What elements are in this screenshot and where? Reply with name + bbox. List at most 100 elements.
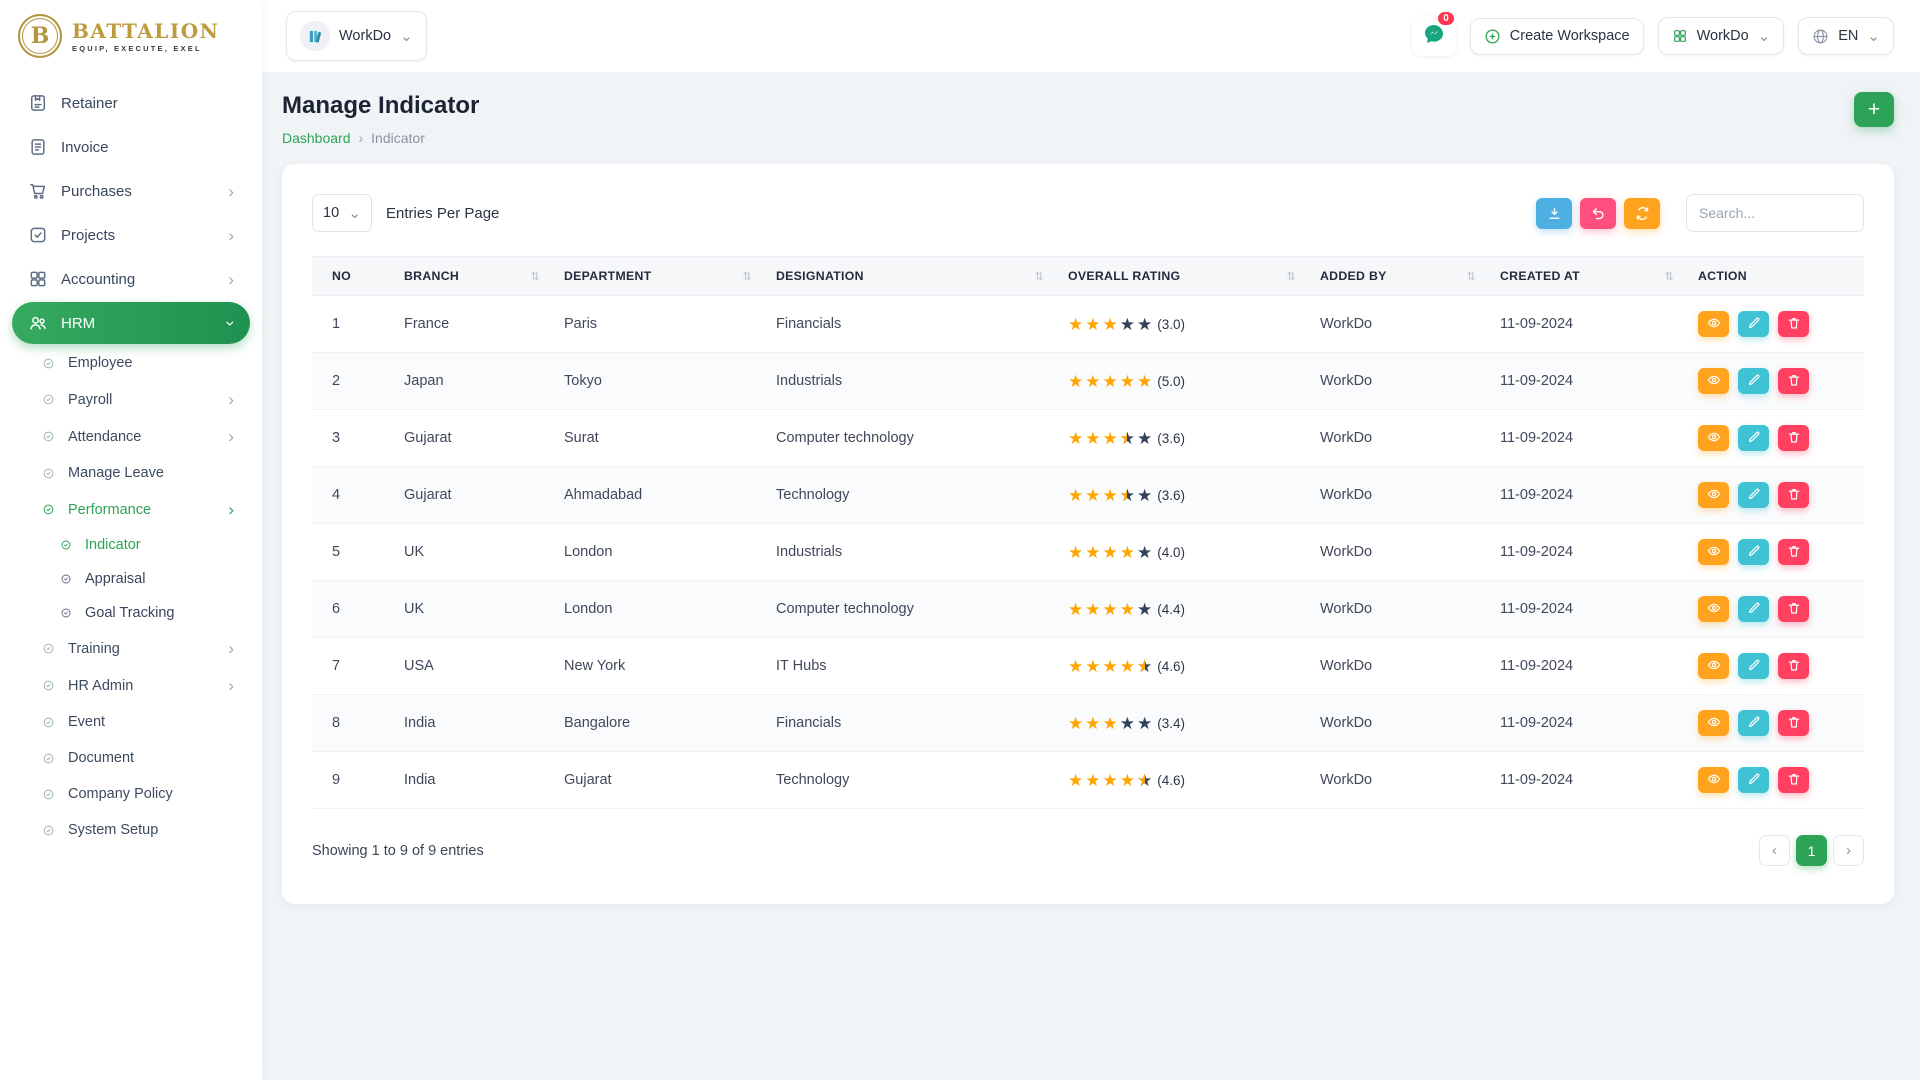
search-input[interactable] bbox=[1686, 194, 1864, 232]
column-header-added-by[interactable]: ADDED BY⇅ bbox=[1308, 257, 1488, 296]
star-full-icon: ★ bbox=[1103, 658, 1118, 675]
star-full-icon: ★ bbox=[1085, 658, 1100, 675]
sidebar-item-event[interactable]: Event bbox=[12, 705, 250, 739]
sidebar-item-hr-admin[interactable]: HR Admin› bbox=[12, 668, 250, 703]
sidebar-item-accounting[interactable]: Accounting› bbox=[12, 258, 250, 300]
trash-icon bbox=[1787, 544, 1801, 561]
sidebar-item-label: Payroll bbox=[68, 392, 112, 408]
cell-department: Gujarat bbox=[552, 752, 764, 809]
language-label: EN bbox=[1838, 28, 1858, 44]
cell-action bbox=[1686, 752, 1864, 809]
page-1-button[interactable]: 1 bbox=[1796, 835, 1827, 866]
delete-button[interactable] bbox=[1778, 596, 1809, 622]
edit-button[interactable] bbox=[1738, 368, 1769, 394]
view-button[interactable] bbox=[1698, 539, 1729, 565]
message-count-badge: 0 bbox=[1436, 10, 1456, 27]
edit-button[interactable] bbox=[1738, 425, 1769, 451]
view-button[interactable] bbox=[1698, 425, 1729, 451]
pencil-icon bbox=[1747, 430, 1761, 447]
column-header-designation[interactable]: DESIGNATION⇅ bbox=[764, 257, 1056, 296]
delete-button[interactable] bbox=[1778, 425, 1809, 451]
next-page-button[interactable]: › bbox=[1833, 835, 1864, 866]
messages-button[interactable]: 0 bbox=[1412, 16, 1456, 56]
sidebar-item-employee[interactable]: Employee bbox=[12, 346, 250, 380]
star-full-icon: ★ bbox=[1120, 544, 1135, 561]
rating-value: (3.6) bbox=[1157, 431, 1185, 446]
view-button[interactable] bbox=[1698, 311, 1729, 337]
sidebar-item-company-policy[interactable]: Company Policy bbox=[12, 777, 250, 811]
breadcrumb-dashboard-link[interactable]: Dashboard bbox=[282, 130, 351, 146]
cell-department: Ahmadabad bbox=[552, 467, 764, 524]
delete-button[interactable] bbox=[1778, 767, 1809, 793]
cell-added-by: WorkDo bbox=[1308, 296, 1488, 353]
export-button[interactable] bbox=[1536, 198, 1572, 229]
delete-button[interactable] bbox=[1778, 539, 1809, 565]
star-half-icon: ★★ bbox=[1137, 772, 1152, 789]
sidebar-item-goal-tracking[interactable]: Goal Tracking bbox=[12, 597, 250, 629]
column-header-department[interactable]: DEPARTMENT⇅ bbox=[552, 257, 764, 296]
workspace-switcher[interactable]: WorkDo ⌄ bbox=[286, 11, 427, 61]
delete-button[interactable] bbox=[1778, 368, 1809, 394]
column-label: ACTION bbox=[1698, 269, 1747, 283]
cell-department: New York bbox=[552, 638, 764, 695]
delete-button[interactable] bbox=[1778, 311, 1809, 337]
sidebar-item-purchases[interactable]: Purchases› bbox=[12, 170, 250, 212]
cell-created-at: 11-09-2024 bbox=[1488, 410, 1686, 467]
delete-button[interactable] bbox=[1778, 482, 1809, 508]
brand-monogram-icon: B bbox=[18, 14, 62, 58]
view-button[interactable] bbox=[1698, 653, 1729, 679]
view-button[interactable] bbox=[1698, 596, 1729, 622]
edit-button[interactable] bbox=[1738, 596, 1769, 622]
edit-button[interactable] bbox=[1738, 767, 1769, 793]
star-full-icon: ★ bbox=[1103, 487, 1118, 504]
star-full-icon: ★ bbox=[1085, 544, 1100, 561]
column-header-overall-rating[interactable]: OVERALL RATING⇅ bbox=[1056, 257, 1308, 296]
delete-button[interactable] bbox=[1778, 653, 1809, 679]
sidebar-item-payroll[interactable]: Payroll› bbox=[12, 382, 250, 417]
prev-page-button[interactable]: ‹ bbox=[1759, 835, 1790, 866]
sidebar-item-hrm[interactable]: HRM› bbox=[12, 302, 250, 344]
rating-value: (4.4) bbox=[1157, 602, 1185, 617]
sidebar-item-document[interactable]: Document bbox=[12, 741, 250, 775]
reset-button[interactable] bbox=[1580, 198, 1616, 229]
dot-icon bbox=[42, 642, 55, 655]
edit-button[interactable] bbox=[1738, 653, 1769, 679]
sidebar-item-label: Projects bbox=[61, 227, 115, 244]
sidebar-item-training[interactable]: Training› bbox=[12, 631, 250, 666]
pencil-icon bbox=[1747, 715, 1761, 732]
sidebar-item-projects[interactable]: Projects› bbox=[12, 214, 250, 256]
sidebar-item-indicator[interactable]: Indicator bbox=[12, 529, 250, 561]
sidebar-item-system-setup[interactable]: System Setup bbox=[12, 813, 250, 847]
star-full-icon: ★ bbox=[1120, 772, 1135, 789]
view-button[interactable] bbox=[1698, 482, 1729, 508]
view-button[interactable] bbox=[1698, 767, 1729, 793]
column-header-created-at[interactable]: CREATED AT⇅ bbox=[1488, 257, 1686, 296]
sidebar-item-performance[interactable]: Performance› bbox=[12, 492, 250, 527]
entries-per-page-select[interactable]: 10 ⌄ bbox=[312, 194, 372, 232]
edit-button[interactable] bbox=[1738, 710, 1769, 736]
sidebar-item-invoice[interactable]: Invoice bbox=[12, 126, 250, 168]
delete-button[interactable] bbox=[1778, 710, 1809, 736]
eye-icon bbox=[1707, 316, 1721, 333]
language-selector[interactable]: EN ⌄ bbox=[1798, 17, 1894, 55]
sidebar-item-appraisal[interactable]: Appraisal bbox=[12, 563, 250, 595]
refresh-button[interactable] bbox=[1624, 198, 1660, 229]
cell-overall-rating: ★★★★★(3.4) bbox=[1056, 695, 1308, 752]
chevron-right-icon: › bbox=[1846, 842, 1851, 859]
workdo-menu-button[interactable]: WorkDo ⌄ bbox=[1658, 17, 1785, 55]
table-row: 8IndiaBangaloreFinancials★★★★★(3.4)WorkD… bbox=[312, 695, 1864, 752]
create-workspace-button[interactable]: Create Workspace bbox=[1470, 18, 1644, 55]
eye-icon bbox=[1707, 544, 1721, 561]
cell-overall-rating: ★★★★★(5.0) bbox=[1056, 353, 1308, 410]
sidebar-item-manage-leave[interactable]: Manage Leave bbox=[12, 456, 250, 490]
view-button[interactable] bbox=[1698, 710, 1729, 736]
edit-button[interactable] bbox=[1738, 482, 1769, 508]
edit-button[interactable] bbox=[1738, 311, 1769, 337]
add-indicator-button[interactable]: + bbox=[1854, 92, 1894, 127]
edit-button[interactable] bbox=[1738, 539, 1769, 565]
column-header-branch[interactable]: BRANCH⇅ bbox=[392, 257, 552, 296]
pencil-icon bbox=[1747, 601, 1761, 618]
sidebar-item-attendance[interactable]: Attendance› bbox=[12, 419, 250, 454]
sidebar-item-retainer[interactable]: Retainer bbox=[12, 82, 250, 124]
view-button[interactable] bbox=[1698, 368, 1729, 394]
